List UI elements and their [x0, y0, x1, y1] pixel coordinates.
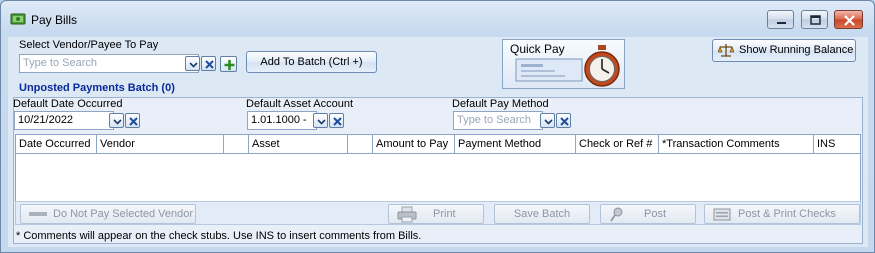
check-icon	[515, 58, 583, 82]
vendor-add-button[interactable]	[220, 56, 237, 72]
column-header-date[interactable]: Date Occurred	[16, 135, 97, 153]
maximize-icon	[810, 15, 821, 25]
chevron-down-icon	[544, 119, 553, 125]
column-header-blank-1[interactable]	[224, 135, 249, 153]
action-bar: Do Not Pay Selected Vendor Print Save Ba…	[15, 201, 861, 225]
quick-pay-label: Quick Pay	[510, 42, 565, 56]
method-dropdown-button[interactable]	[540, 113, 555, 128]
scales-icon	[718, 44, 734, 57]
post-print-checks-button[interactable]: Post & Print Checks	[704, 204, 860, 224]
clear-x-icon	[560, 117, 569, 126]
do-not-pay-button[interactable]: Do Not Pay Selected Vendor	[20, 204, 196, 224]
vendor-dropdown-button[interactable]	[185, 56, 200, 71]
date-dropdown-button[interactable]	[109, 113, 124, 128]
add-to-batch-button[interactable]: Add To Batch (Ctrl +)	[246, 51, 377, 73]
quick-pay-button[interactable]: Quick Pay	[502, 39, 625, 89]
default-date-input[interactable]: 10/21/2022	[14, 111, 114, 130]
column-header-comments[interactable]: *Transaction Comments	[659, 135, 814, 153]
content-area: Select Vendor/Payee To Pay Type to Searc…	[8, 37, 868, 247]
show-running-balance-button[interactable]: Show Running Balance	[712, 39, 856, 62]
grid-header: Date Occurred Vendor Asset Amount to Pay…	[16, 135, 860, 154]
stopwatch-icon	[584, 45, 620, 87]
printer-icon	[397, 206, 417, 223]
chevron-down-icon	[317, 119, 326, 125]
minus-icon	[29, 212, 47, 216]
vendor-search-input[interactable]: Type to Search	[19, 54, 199, 73]
window-title: Pay Bills	[31, 13, 78, 27]
clear-x-icon	[333, 117, 342, 126]
running-balance-label: Show Running Balance	[739, 44, 854, 56]
chevron-down-icon	[113, 119, 122, 125]
column-header-payment-method[interactable]: Payment Method	[455, 135, 576, 153]
asset-dropdown-button[interactable]	[313, 113, 328, 128]
column-header-blank-2[interactable]	[348, 135, 373, 153]
plus-icon	[224, 60, 235, 70]
do-not-pay-label: Do Not Pay Selected Vendor	[53, 208, 194, 220]
default-asset-input[interactable]: 1.01.1000 -	[247, 111, 317, 130]
chevron-down-icon	[189, 62, 198, 68]
column-header-vendor[interactable]: Vendor	[97, 135, 224, 153]
minimize-button[interactable]	[767, 10, 794, 29]
default-asset-label: Default Asset Account	[246, 98, 354, 110]
column-header-asset[interactable]: Asset	[249, 135, 348, 153]
default-method-input[interactable]: Type to Search	[453, 111, 543, 130]
pay-bills-window: Pay Bills Select Vendor/Payee To Pay Typ…	[0, 0, 875, 253]
footer-note: * Comments will appear on the check stub…	[16, 230, 422, 242]
default-method-label: Default Pay Method	[452, 98, 549, 110]
close-icon	[844, 15, 855, 26]
post-button[interactable]: Post	[600, 204, 696, 224]
column-header-ins[interactable]: INS	[814, 135, 860, 153]
save-batch-button[interactable]: Save Batch	[494, 204, 590, 224]
date-clear-button[interactable]	[125, 113, 140, 128]
clear-x-icon	[129, 117, 138, 126]
batch-title: Unposted Payments Batch (0)	[19, 82, 175, 94]
minimize-icon	[777, 22, 786, 24]
clear-x-icon	[205, 60, 214, 69]
close-button[interactable]	[834, 10, 863, 29]
vendor-clear-button[interactable]	[201, 56, 216, 71]
title-bar: Pay Bills	[1, 1, 874, 37]
post-label: Post	[644, 208, 667, 220]
checks-stack-icon	[713, 208, 731, 221]
asset-clear-button[interactable]	[329, 113, 344, 128]
column-header-check-ref[interactable]: Check or Ref #	[576, 135, 659, 153]
default-date-label: Default Date Occurred	[13, 98, 123, 110]
method-clear-button[interactable]	[556, 113, 571, 128]
print-button[interactable]: Print	[388, 204, 484, 224]
vendor-label: Select Vendor/Payee To Pay	[19, 39, 159, 51]
post-print-label: Post & Print Checks	[738, 208, 836, 220]
column-header-amount[interactable]: Amount to Pay	[373, 135, 455, 153]
maximize-button[interactable]	[801, 10, 828, 29]
print-label: Print	[433, 208, 456, 220]
pushpin-icon	[610, 207, 623, 222]
money-icon	[10, 13, 26, 25]
